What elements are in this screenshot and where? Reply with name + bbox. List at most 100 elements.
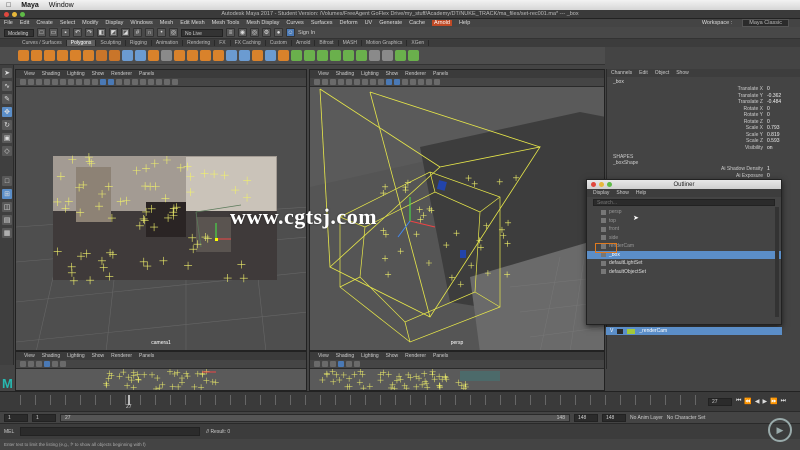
menu-curves[interactable]: Curves <box>286 20 303 26</box>
workspace-dropdown[interactable]: Maya Classic <box>742 19 789 27</box>
channel-attribute-value[interactable]: 0 <box>767 112 770 118</box>
outliner-menu-display[interactable]: Display <box>593 190 609 196</box>
persp-menu-renderer[interactable]: Renderer <box>405 71 426 77</box>
outliner-menu-help[interactable]: Help <box>636 190 646 196</box>
viewport-menu-renderer[interactable]: Renderer <box>111 71 132 77</box>
channel-attribute-row[interactable]: Visibility on <box>607 145 800 152</box>
poly-cone-icon[interactable] <box>57 50 68 61</box>
shelf-tab-bifrost[interactable]: Bifrost <box>315 40 339 46</box>
textured-icon[interactable] <box>116 79 122 85</box>
shelf-tab-arnold[interactable]: Arnold <box>292 40 316 46</box>
viewport-menu-show[interactable]: Show <box>92 71 105 77</box>
script-language-toggle[interactable]: MEL <box>4 429 14 435</box>
start-frame-field[interactable]: 1 <box>4 413 28 422</box>
snap-point-icon[interactable]: • <box>157 28 166 37</box>
auto-map-icon[interactable] <box>317 50 328 61</box>
bl-menu-shading[interactable]: Shading <box>42 353 60 359</box>
layout-uv-icon[interactable] <box>395 50 406 61</box>
grid-icon[interactable] <box>52 79 58 85</box>
layer-playback-toggle[interactable] <box>617 328 624 334</box>
menu-mesh-tools[interactable]: Mesh Tools <box>212 20 240 26</box>
minimize-window-icon[interactable] <box>12 12 17 17</box>
channel-attribute-row[interactable]: Scale Y 0.819 <box>607 132 800 139</box>
channel-attribute-row[interactable]: Scale Z 0.593 <box>607 138 800 145</box>
range-end-field[interactable]: 148 <box>574 413 598 422</box>
shelf-tab-animation[interactable]: Animation <box>152 40 184 46</box>
channel-attribute-value[interactable]: 0.593 <box>767 138 780 144</box>
last-tool-icon[interactable]: ◇ <box>2 146 12 156</box>
menu-help[interactable]: Help <box>459 20 470 26</box>
goto-start-icon[interactable]: ⏮ <box>736 398 741 405</box>
menu-uv[interactable]: UV <box>365 20 373 26</box>
shelf-tab-rigging[interactable]: Rigging <box>126 40 152 46</box>
shelf-tab-xgen[interactable]: XGen <box>407 40 430 46</box>
bookmark-icon[interactable] <box>36 79 42 85</box>
live-surface-dropdown[interactable]: No Live Surface <box>181 28 223 45</box>
range-slider[interactable]: 27 148 <box>60 413 570 422</box>
persp-bookmark-icon[interactable] <box>330 79 336 85</box>
bottom-left-panel[interactable]: View Shading Lighting Show Renderer Pane… <box>15 351 307 391</box>
uv-editor-icon[interactable] <box>291 50 302 61</box>
channel-attribute-value[interactable]: -0.362 <box>767 93 781 99</box>
camera-icon[interactable] <box>20 79 26 85</box>
shape-attribute-value[interactable]: 0 <box>767 173 770 179</box>
zoom-window-icon[interactable] <box>20 12 25 17</box>
combine-icon[interactable] <box>122 50 133 61</box>
platonic-icon[interactable] <box>109 50 120 61</box>
shelf-tab-sculpting[interactable]: Sculpting <box>96 40 126 46</box>
sign-in-button[interactable]: Sign In <box>298 30 315 36</box>
menu-select[interactable]: Select <box>60 20 75 26</box>
channel-attribute-value[interactable]: 0 <box>767 119 770 125</box>
shelf-tab-curves[interactable]: Curves / Surfaces <box>18 40 67 46</box>
append-polygon-icon[interactable] <box>252 50 263 61</box>
graph-layout-icon[interactable]: ▦ <box>2 228 12 238</box>
bl-menu-show[interactable]: Show <box>92 353 105 359</box>
display-layer-row[interactable]: V _renderCam <box>606 327 782 335</box>
persp-camera-icon[interactable] <box>314 79 320 85</box>
ambient-occlusion-icon[interactable] <box>140 79 146 85</box>
select-tool-icon[interactable]: ➤ <box>2 68 12 78</box>
hypershade-icon[interactable]: ● <box>274 28 283 37</box>
menu-display[interactable]: Display <box>105 20 123 26</box>
smooth-shade-icon[interactable] <box>108 79 114 85</box>
planar-map-icon[interactable] <box>304 50 315 61</box>
channel-attribute-value[interactable]: 0 <box>767 106 770 112</box>
menu-generate[interactable]: Generate <box>379 20 402 26</box>
extrude-icon[interactable] <box>187 50 198 61</box>
render-icon[interactable]: ◉ <box>238 28 247 37</box>
unfold-icon[interactable] <box>356 50 367 61</box>
channel-attribute-value[interactable]: 0.819 <box>767 132 780 138</box>
cylindrical-map-icon[interactable] <box>330 50 341 61</box>
separate-icon[interactable] <box>135 50 146 61</box>
viewport-menu-panels[interactable]: Panels <box>139 71 154 77</box>
spherical-map-icon[interactable] <box>343 50 354 61</box>
field-chart-icon[interactable] <box>84 79 90 85</box>
end-frame-field[interactable]: 148 <box>602 413 626 422</box>
character-set-dropdown[interactable]: No Character Set <box>667 415 706 421</box>
menu-edit-mesh[interactable]: Edit Mesh <box>180 20 204 26</box>
bl-menu-lighting[interactable]: Lighting <box>67 353 85 359</box>
ipr-render-icon[interactable]: ◎ <box>250 28 259 37</box>
target-weld-icon[interactable] <box>239 50 250 61</box>
shelf-tab-rendering[interactable]: Rendering <box>183 40 216 46</box>
menu-create[interactable]: Create <box>36 20 53 26</box>
apple-icon[interactable]:  <box>6 2 11 9</box>
layer-visibility-toggle[interactable]: V <box>610 328 613 334</box>
poly-cylinder-icon[interactable] <box>44 50 55 61</box>
poly-disc-icon[interactable] <box>96 50 107 61</box>
menu-cache[interactable]: Cache <box>409 20 425 26</box>
outliner-menu-show[interactable]: Show <box>616 190 629 196</box>
gate-mask-icon[interactable] <box>76 79 82 85</box>
redo-icon[interactable]: ↷ <box>85 28 94 37</box>
play-forward-icon[interactable]: ▶ <box>763 398 768 405</box>
fill-hole-icon[interactable] <box>278 50 289 61</box>
shelf-tab-motion-graphics[interactable]: Motion Graphics <box>362 40 408 46</box>
layer-color-swatch[interactable] <box>627 328 636 334</box>
history-icon[interactable]: ≡ <box>226 28 235 37</box>
viewport-menu-shading[interactable]: Shading <box>42 71 60 77</box>
transfer-attributes-icon[interactable] <box>408 50 419 61</box>
lasso-tool-icon[interactable]: ∿ <box>2 81 12 91</box>
persp-smooth-shade-icon[interactable] <box>394 79 400 85</box>
persp-resolution-gate-icon[interactable] <box>362 79 368 85</box>
outliner-item[interactable]: front <box>587 225 781 234</box>
